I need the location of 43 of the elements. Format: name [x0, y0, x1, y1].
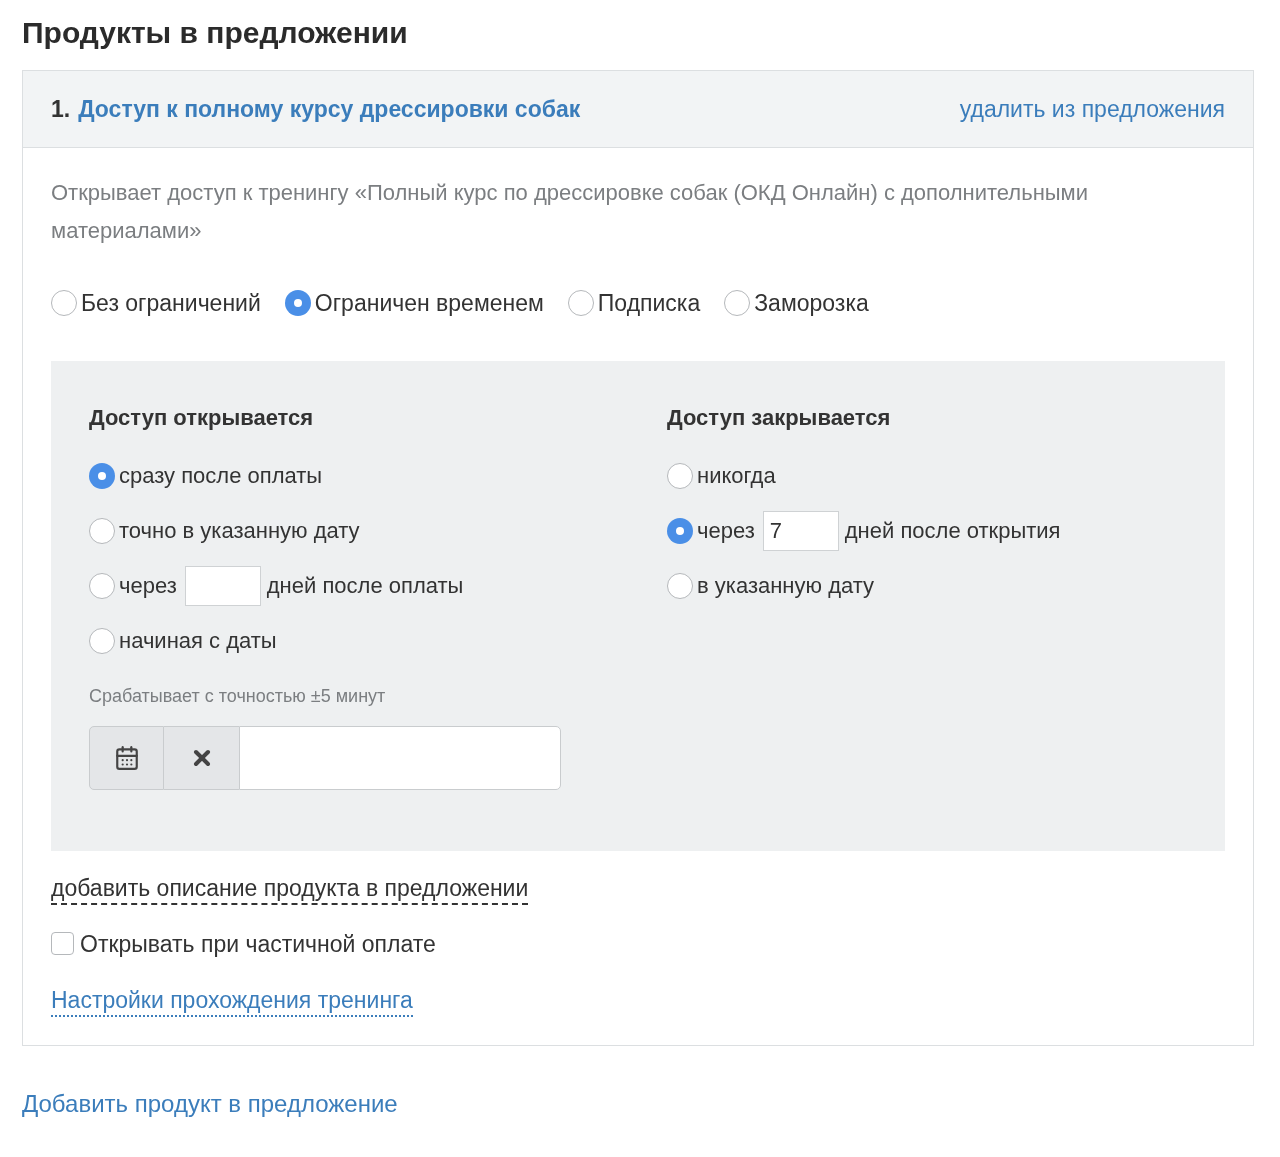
option-suffix: дней после оплаты: [266, 572, 464, 600]
option-label: через: [119, 572, 177, 600]
access-type-label: Подписка: [597, 289, 701, 318]
precision-hint: Срабатывает с точностью ±5 минут: [89, 684, 387, 708]
access-type-label: Заморозка: [754, 289, 869, 318]
option-label: начиная с даты: [119, 627, 277, 655]
access-type-label: Без ограничений: [81, 289, 261, 318]
column-title: Доступ открывается: [89, 403, 315, 432]
radio-button[interactable]: [724, 290, 751, 317]
training-settings-link[interactable]: Настройки прохождения тренинга: [51, 985, 413, 1017]
radio-button[interactable]: [89, 572, 115, 599]
radio-button[interactable]: [667, 572, 693, 599]
radio-button[interactable]: [284, 290, 311, 317]
product-number: 1.: [51, 94, 71, 124]
option-label: точно в указанную дату: [119, 517, 360, 545]
product-title-link[interactable]: Доступ к полному курсу дрессировки собак: [78, 91, 581, 127]
date-input[interactable]: [239, 725, 561, 790]
calendar-button[interactable]: [89, 725, 164, 790]
calendar-icon: [113, 744, 140, 771]
column-title: Доступ закрывается: [667, 403, 892, 432]
radio-button[interactable]: [89, 462, 115, 489]
radio-button[interactable]: [667, 462, 693, 489]
add-description-link[interactable]: добавить описание продукта в предложении: [51, 872, 529, 905]
section-heading: Продукты в предложении: [22, 15, 409, 51]
checkbox-label: Открывать при частичной оплате: [80, 929, 436, 959]
radio-button[interactable]: [667, 517, 693, 544]
days-input[interactable]: 7: [762, 510, 839, 551]
option-label: никогда: [697, 462, 776, 490]
checkbox[interactable]: [51, 932, 74, 956]
days-input[interactable]: [184, 565, 261, 606]
access-type-label: Ограничен временем: [314, 289, 544, 318]
option-label: через: [697, 517, 755, 545]
option-suffix: дней после открытия: [844, 517, 1061, 545]
radio-button[interactable]: [89, 517, 115, 544]
option-label: в указанную дату: [697, 572, 875, 600]
radio-button[interactable]: [567, 290, 594, 317]
radio-button[interactable]: [51, 290, 77, 317]
add-product-link[interactable]: Добавить продукт в предложение: [22, 1086, 398, 1122]
radio-button[interactable]: [89, 627, 115, 654]
product-description: Открывает доступ к тренингу «Полный курс по дрессировке собак (ОКД Онлайн) с дополнительными материалами»: [51, 179, 1090, 245]
remove-link[interactable]: удалить из предложения: [959, 91, 1225, 127]
option-label: сразу после оплаты: [119, 462, 323, 490]
clear-button[interactable]: [164, 725, 239, 790]
